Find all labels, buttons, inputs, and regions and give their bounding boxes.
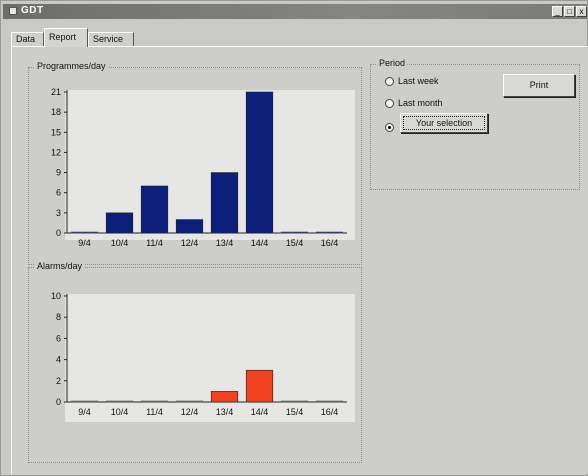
y-tick-label: 12	[51, 147, 61, 157]
bar	[245, 91, 274, 234]
minimize-button[interactable]: _	[552, 6, 563, 17]
radio-last-month-label: Last month	[398, 98, 443, 108]
bar	[140, 185, 169, 234]
maximize-button[interactable]: □	[564, 6, 575, 17]
bar	[105, 400, 134, 403]
x-tick-label: 12/4	[181, 407, 199, 417]
x-tick-label: 16/4	[321, 238, 339, 248]
bar	[140, 400, 169, 403]
print-button[interactable]: Print	[503, 74, 575, 97]
x-tick-label: 10/4	[111, 238, 129, 248]
y-tick-label: 0	[56, 228, 61, 238]
bar	[175, 219, 204, 234]
y-tick-label: 9	[56, 168, 61, 178]
y-tick-label: 3	[56, 208, 61, 218]
bar	[70, 400, 99, 403]
y-tick-label: 6	[56, 333, 61, 343]
x-tick-label: 12/4	[181, 238, 199, 248]
x-tick-label: 14/4	[251, 407, 269, 417]
y-tick-label: 10	[51, 291, 61, 301]
y-tick-label: 6	[56, 188, 61, 198]
alarms-chart: 0 2 4 6 8 10 9/4 10/4 11/4 12/4 13/4 14/4 15/4 16/4	[51, 291, 347, 417]
tab-data[interactable]: Data	[11, 32, 44, 47]
x-tick-label: 15/4	[286, 407, 304, 417]
y-tick-label: 8	[56, 312, 61, 322]
bar	[245, 369, 274, 403]
x-tick-label: 15/4	[286, 238, 304, 248]
y-tick-label: 4	[56, 355, 61, 365]
title-bar[interactable]: GDT _ □ x	[3, 4, 587, 19]
x-tick-label: 11/4	[146, 407, 163, 417]
bar	[105, 212, 134, 234]
x-tick-label: 9/4	[78, 238, 91, 248]
bar	[175, 400, 204, 403]
bar	[210, 391, 239, 403]
y-tick-label: 15	[51, 127, 61, 137]
radio-last-week-label: Last week	[398, 76, 439, 86]
bar	[280, 400, 309, 403]
bar	[315, 400, 344, 403]
period-label: Period	[377, 58, 408, 68]
alarms-group: Alarms/day 0 2 4 6 8 10 9/4 10/4 11/4 12/4 13/4 14/…	[28, 261, 362, 463]
radio-last-month[interactable]: Last month	[385, 98, 443, 109]
y-tick-label: 0	[56, 397, 61, 407]
bar	[280, 231, 309, 234]
x-tick-label: 13/4	[216, 407, 234, 417]
bar	[70, 231, 99, 234]
radio-your-selection-dot[interactable]	[385, 123, 394, 133]
programmes-chart: 0 3 6 9 12 15 18 21 9/4 10/4 11/4 12/4 13/4 14/4 15/4 1…	[51, 87, 347, 248]
window-title: GDT	[21, 5, 44, 16]
programmes-group: Programmes/day 0 3 6 9 12 15 18 21 9/4 10/4 11/4 12…	[28, 61, 362, 265]
y-tick-label: 18	[51, 107, 61, 117]
y-tick-label: 2	[56, 376, 61, 386]
app-icon	[9, 7, 17, 15]
radio-last-week-dot[interactable]	[385, 77, 394, 87]
y-tick-label: 21	[51, 87, 61, 97]
tab-service[interactable]: Service	[88, 32, 134, 47]
x-tick-label: 11/4	[146, 238, 163, 248]
radio-last-week[interactable]: Last week	[385, 76, 439, 87]
bar	[210, 172, 239, 234]
close-button[interactable]: x	[576, 6, 587, 17]
bar	[315, 231, 344, 234]
report-panel: Programmes/day 0 3 6 9 12 15 18 21 9/4 10/4 11/4 12…	[11, 46, 588, 474]
x-tick-label: 16/4	[321, 407, 339, 417]
x-tick-label: 13/4	[216, 238, 234, 248]
radio-your-selection[interactable]	[385, 122, 398, 133]
period-group: Period Last week Last month Your selecti…	[370, 58, 580, 190]
app-window: GDT _ □ x Data Report Service Programmes…	[0, 0, 588, 476]
radio-last-month-dot[interactable]	[385, 99, 394, 109]
x-tick-label: 9/4	[78, 407, 91, 417]
x-tick-label: 14/4	[251, 238, 269, 248]
tab-report[interactable]: Report	[44, 28, 88, 47]
x-tick-label: 10/4	[111, 407, 129, 417]
your-selection-button[interactable]: Your selection	[400, 113, 488, 133]
